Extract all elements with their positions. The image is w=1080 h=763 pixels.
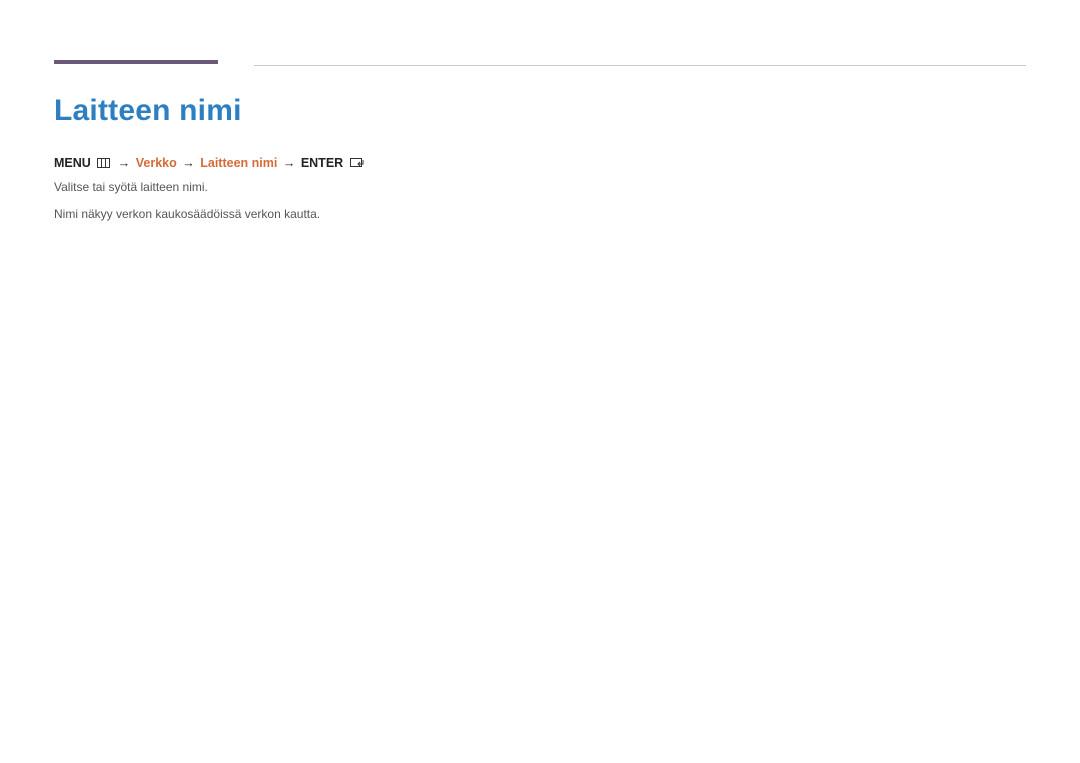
arrow-icon: →	[281, 156, 298, 170]
arrow-icon: →	[116, 156, 133, 170]
horizontal-divider	[254, 65, 1026, 66]
page-title: Laitteen nimi	[54, 94, 1026, 128]
path-segment-laitteen-nimi: Laitteen nimi	[200, 156, 277, 170]
accent-bar	[54, 60, 218, 64]
page-content: Laitteen nimi MENU → Verkko → Laitteen n…	[0, 0, 1080, 224]
body-line-2: Nimi näkyy verkon kaukosäädöissä verkon …	[54, 205, 1026, 224]
menu-label: MENU	[54, 156, 91, 170]
path-segment-verkko: Verkko	[136, 156, 177, 170]
enter-icon	[350, 158, 364, 168]
arrow-icon: →	[180, 156, 197, 170]
enter-label: ENTER	[301, 156, 343, 170]
menu-path: MENU → Verkko → Laitteen nimi → ENTER	[54, 156, 1026, 170]
body-line-1: Valitse tai syötä laitteen nimi.	[54, 178, 1026, 197]
menu-grid-icon	[97, 158, 110, 168]
